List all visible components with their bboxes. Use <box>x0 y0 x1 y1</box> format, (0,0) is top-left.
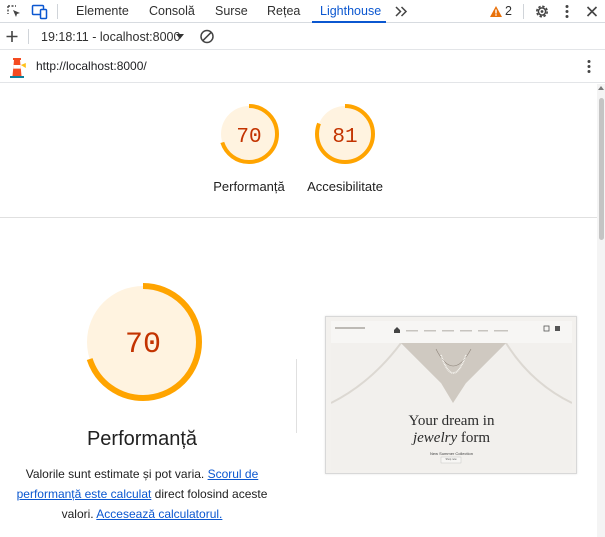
device-toggle-icon[interactable] <box>31 3 49 20</box>
clear-icon[interactable] <box>198 28 216 45</box>
plus-icon[interactable] <box>3 28 21 45</box>
scrollbar-thumb[interactable] <box>599 98 604 240</box>
gauge-label-performance[interactable]: Performanță <box>194 179 304 194</box>
gauge-score: 70 <box>236 126 261 149</box>
section-divider <box>0 217 597 218</box>
toolbar-separator <box>28 29 29 44</box>
report-bar: 19:18:11 - localhost:8000 <box>0 24 605 50</box>
scroll-up-arrow-icon[interactable] <box>598 86 604 90</box>
tab-elemente[interactable]: Elemente <box>76 0 129 23</box>
calculator-link[interactable]: Accesează calculatorul. <box>96 507 222 521</box>
gear-icon[interactable] <box>533 3 551 20</box>
thumbnail-headline: Your dream in jewelry form <box>331 413 572 447</box>
inspect-element-icon[interactable] <box>5 3 23 20</box>
gauge-label-accessibility[interactable]: Accesibilitate <box>290 179 400 194</box>
description-text: Valorile sunt estimate și pot varia. <box>25 467 208 481</box>
active-tab-indicator <box>312 21 386 23</box>
dropdown-triangle-icon[interactable] <box>175 29 185 46</box>
gauge-accessibility[interactable]: 81 <box>313 102 377 166</box>
double-chevron-right-icon[interactable] <box>392 3 410 20</box>
thumbnail-subtext: New Summer Collection <box>430 451 473 456</box>
main-gauge-performance: 70 <box>82 281 204 403</box>
thumbnail-site-nav <box>331 321 572 343</box>
more-vert-icon[interactable] <box>561 3 573 20</box>
url-bar: http://localhost:8000/ <box>0 51 605 83</box>
lighthouse-logo-icon <box>7 56 27 78</box>
toolbar-separator <box>57 4 58 19</box>
report-url: http://localhost:8000/ <box>36 59 147 73</box>
tab-retea[interactable]: Rețea <box>267 0 300 23</box>
main-score: 70 <box>125 328 161 362</box>
gauge-score: 81 <box>332 126 357 149</box>
toolbar-separator <box>523 4 524 19</box>
report-selector[interactable]: 19:18:11 - localhost:8000 <box>41 24 180 50</box>
tab-surse[interactable]: Surse <box>215 0 248 23</box>
more-vert-icon[interactable] <box>583 58 595 75</box>
headline-italic: jewelry <box>412 430 458 446</box>
category-description: Valorile sunt estimate și pot varia. Sco… <box>12 464 272 524</box>
tab-consola[interactable]: Consolă <box>149 0 195 23</box>
thumbnail-button: Shop now <box>445 458 457 461</box>
headline-line-1: Your dream in <box>408 413 495 429</box>
vertical-divider <box>296 359 297 433</box>
warning-icon[interactable] <box>489 3 503 20</box>
gauge-performance[interactable]: 70 <box>217 102 281 166</box>
warning-count[interactable]: 2 <box>505 0 512 23</box>
headline-rest: form <box>457 430 491 446</box>
devtools-toolbar: Elemente Consolă Surse Rețea Lighthouse … <box>0 0 605 23</box>
thumbnail-hero-image: Your dream in jewelry form New Summer Co… <box>331 343 572 470</box>
tab-lighthouse[interactable]: Lighthouse <box>320 0 381 23</box>
close-icon[interactable] <box>584 3 600 20</box>
final-screenshot-thumbnail[interactable]: Your dream in jewelry form New Summer Co… <box>325 316 577 474</box>
category-title: Performanță <box>86 428 198 450</box>
